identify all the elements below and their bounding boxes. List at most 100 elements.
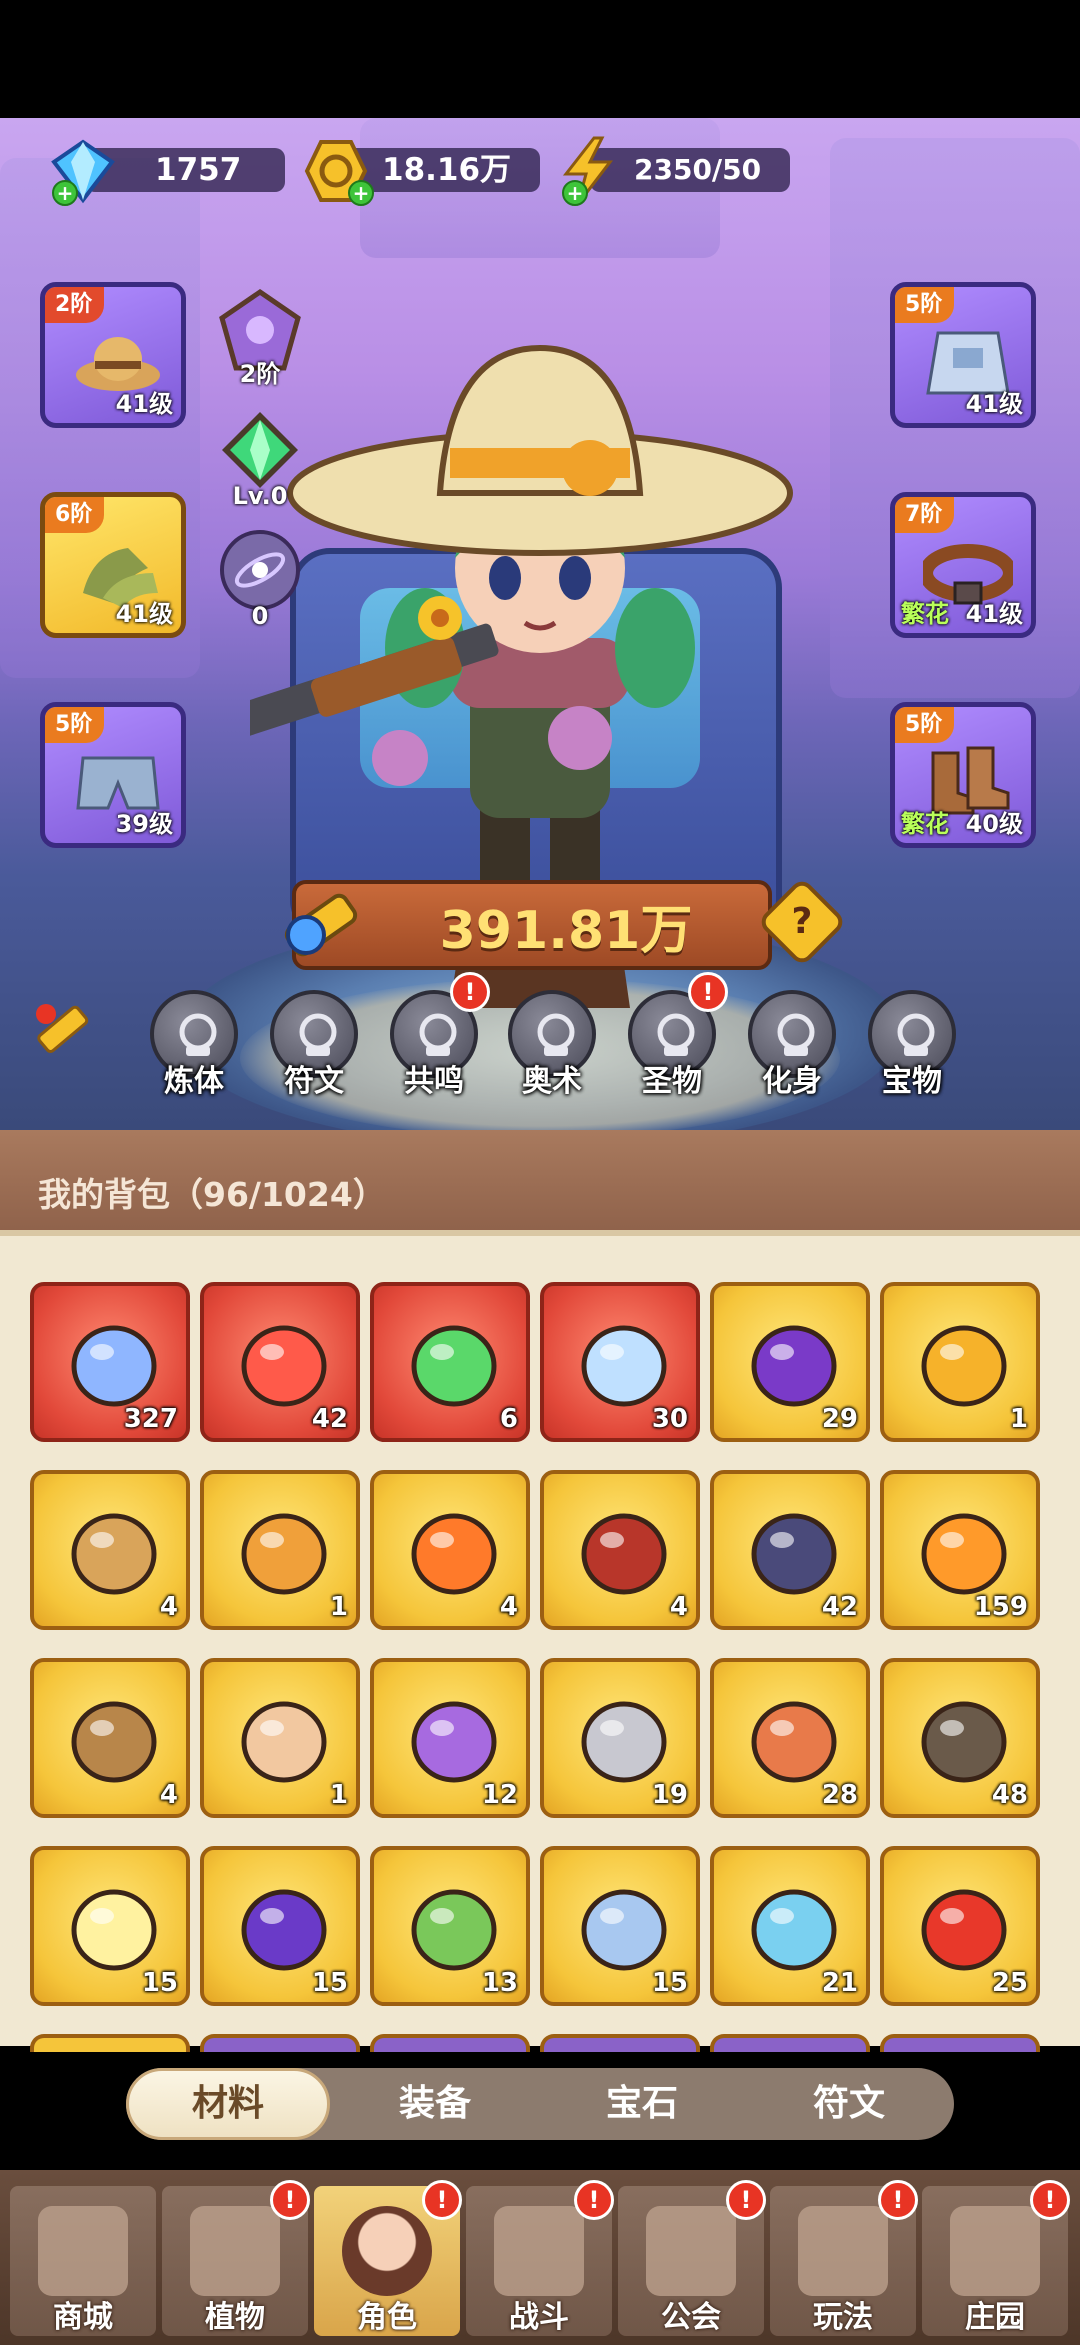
bag-item[interactable]: 4 [30, 1658, 190, 1818]
nav-icon [798, 2206, 888, 2296]
nav-label: 植物 [205, 2300, 265, 2335]
bag-item-partial[interactable] [200, 2034, 360, 2052]
bag-header: 我的背包（96/1024） [0, 1130, 1080, 1240]
tab-1[interactable]: 装备 [333, 2068, 537, 2140]
bag-item[interactable]: 12 [370, 1658, 530, 1818]
green-canister-icon [411, 1325, 497, 1407]
blossom-tag: 繁花 [901, 600, 949, 628]
bag-item[interactable]: 28 [710, 1658, 870, 1818]
red-book-icon [581, 1513, 667, 1595]
bag-item[interactable]: 4 [30, 1470, 190, 1630]
nav-item-3[interactable]: 战斗! [466, 2180, 614, 2336]
item-count: 19 [651, 1780, 688, 1810]
key-badge-icon [284, 893, 358, 957]
item-count: 48 [991, 1780, 1028, 1810]
feature-label: 圣物 [642, 1064, 702, 1099]
bag-item[interactable]: 42 [710, 1470, 870, 1630]
nav-label: 商城 [53, 2300, 113, 2335]
equip-slot-hat[interactable]: 2阶 41级 [40, 282, 186, 428]
bag-item[interactable]: 30 [540, 1282, 700, 1442]
item-count: 30 [651, 1404, 688, 1434]
bag-item[interactable]: 42 [200, 1282, 360, 1442]
nav-item-2[interactable]: 角色! [314, 2180, 462, 2336]
nav-item-5[interactable]: 玩法! [770, 2180, 918, 2336]
bag-item[interactable]: 1 [200, 1658, 360, 1818]
bag-item[interactable]: 25 [880, 1846, 1040, 2006]
feature-label: 奥术 [522, 1064, 582, 1099]
fire-prism-icon [411, 1513, 497, 1595]
feature-label: 化身 [762, 1064, 822, 1099]
item-count: 1 [329, 1780, 348, 1810]
bag-item[interactable]: 1 [200, 1470, 360, 1630]
feature-button-avatar[interactable]: 化身 [744, 990, 840, 1099]
bag-item-partial[interactable] [370, 2034, 530, 2052]
nav-item-1[interactable]: 植物! [162, 2180, 310, 2336]
notification-badge: ! [422, 2180, 462, 2220]
bottom-nav: 商城 植物! 角色! 战斗! 公会! 玩法! 庄园! [0, 2170, 1080, 2345]
equip-slot-gloves[interactable]: 6阶 41级 [40, 492, 186, 638]
feature-button-arcane[interactable]: 奥术 [504, 990, 600, 1099]
blossom-tag: 繁花 [901, 810, 949, 838]
tier-label: 5阶 [895, 707, 955, 743]
feature-button-treasure[interactable]: 宝物 [864, 990, 960, 1099]
bag-item[interactable]: 15 [30, 1846, 190, 2006]
cosmic-orb-icon[interactable] [218, 528, 302, 612]
feature-label: 符文 [284, 1064, 344, 1099]
notification-badge: ! [688, 972, 728, 1012]
bag-item-partial[interactable] [30, 2034, 190, 2052]
equip-slot-belt[interactable]: 7阶 繁花 41级 [890, 492, 1036, 638]
bag-item[interactable]: 29 [710, 1282, 870, 1442]
combat-power-value: 391.81万 [439, 901, 693, 961]
bag-item[interactable]: 4 [540, 1470, 700, 1630]
nav-item-4[interactable]: 公会! [618, 2180, 766, 2336]
feature-button-relic[interactable]: 圣物! [624, 972, 728, 1099]
cake-icon [241, 1701, 327, 1783]
feature-button-rune[interactable]: 符文 [266, 990, 362, 1099]
gem-key-icon [241, 1513, 327, 1595]
notification-badge: ! [726, 2180, 766, 2220]
bag-item[interactable]: 19 [540, 1658, 700, 1818]
tab-2[interactable]: 宝石 [540, 2068, 744, 2140]
add-gold-button[interactable]: + [348, 180, 374, 206]
bag-item-partial[interactable] [710, 2034, 870, 2052]
feature-button-body[interactable]: 炼体 [146, 990, 242, 1099]
bag-item[interactable]: 21 [710, 1846, 870, 2006]
bag-title: 我的背包（96/1024） [38, 1175, 386, 1214]
feature-label: 宝物 [882, 1064, 942, 1099]
pencil-badge-icon[interactable] [30, 998, 94, 1062]
bag-item[interactable]: 6 [370, 1282, 530, 1442]
bag-item-partial[interactable] [880, 2034, 1040, 2052]
add-energy-button[interactable]: + [562, 180, 588, 206]
bag-item[interactable]: 15 [200, 1846, 360, 2006]
bag-item[interactable]: 327 [30, 1282, 190, 1442]
energy-value: 2350/50 [634, 153, 762, 186]
item-count: 1 [329, 1592, 348, 1622]
green-gem-icon[interactable] [218, 408, 302, 492]
bag-item[interactable]: 4 [370, 1470, 530, 1630]
bag-item[interactable]: 15 [540, 1846, 700, 2006]
equip-slot-boots[interactable]: 5阶 繁花 40级 [890, 702, 1036, 848]
item-count: 327 [123, 1404, 178, 1434]
energy-counter[interactable]: 2350/50 [590, 148, 790, 192]
nav-item-0[interactable]: 商城 [10, 2186, 156, 2336]
tier-label: 7阶 [895, 497, 955, 533]
item-count: 15 [651, 1968, 688, 1998]
add-gems-button[interactable]: + [52, 180, 78, 206]
nav-label: 角色 [357, 2300, 417, 2335]
bag-item[interactable]: 13 [370, 1846, 530, 2006]
feature-button-tree[interactable]: 共鸣! [386, 972, 490, 1099]
notification-badge: ! [270, 2180, 310, 2220]
tab-3[interactable]: 符文 [747, 2068, 951, 2140]
bag-item-partial[interactable] [540, 2034, 700, 2052]
bag-item[interactable]: 48 [880, 1658, 1040, 1818]
equip-slot-pants[interactable]: 5阶 39级 [40, 702, 186, 848]
bag-item[interactable]: 159 [880, 1470, 1040, 1630]
nav-label: 庄园 [965, 2300, 1025, 2335]
orb-count-label: 0 [251, 602, 269, 630]
equip-slot-top[interactable]: 5阶 41级 [890, 282, 1036, 428]
tab-0[interactable]: 材料 [126, 2068, 330, 2140]
level-label: 41级 [965, 600, 1023, 628]
item-count: 159 [973, 1592, 1028, 1622]
nav-item-6[interactable]: 庄园! [922, 2180, 1070, 2336]
bag-item[interactable]: 1 [880, 1282, 1040, 1442]
